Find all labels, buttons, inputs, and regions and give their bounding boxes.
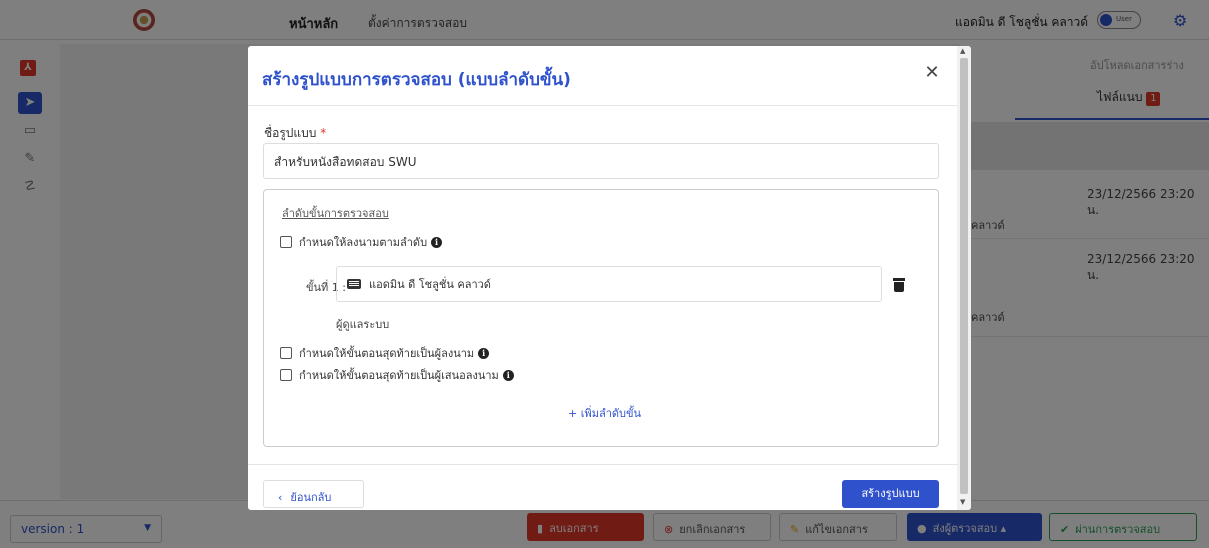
step-1-role: ผู้ดูแลระบบ <box>336 318 390 331</box>
steps-title: ลำดับขั้นการตรวจสอบ <box>282 207 389 220</box>
trash-lid <box>893 278 905 281</box>
last-proposer-checkbox[interactable] <box>280 369 292 381</box>
sign-in-order-option[interactable]: กำหนดให้ลงนามตามลำดับ i <box>280 233 443 251</box>
modal-footer-divider <box>248 464 958 465</box>
add-step-link[interactable]: + เพิ่มลำดับขั้น <box>568 404 641 422</box>
info-icon[interactable]: i <box>478 347 490 359</box>
info-icon[interactable]: i <box>431 236 443 248</box>
step-1-input[interactable]: แอดมิน ดี โชลูชั่น คลาวด์ <box>336 266 882 302</box>
last-signer-option[interactable]: กำหนดให้ขั้นตอนสุดท้ายเป็นผู้ลงนาม i <box>280 344 490 362</box>
create-template-modal: สร้างรูปแบบการตรวจสอบ (แบบลำดับขั้น) ✕ ▲… <box>248 46 971 510</box>
create-template-button[interactable]: สร้างรูปแบบ <box>842 480 939 508</box>
last-signer-checkbox[interactable] <box>280 347 292 359</box>
sign-in-order-label: กำหนดให้ลงนามตามลำดับ <box>299 236 428 249</box>
scroll-down-icon[interactable]: ▼ <box>960 498 965 506</box>
template-name-label: ชื่อรูปแบบ * <box>264 124 326 143</box>
step-1-value: แอดมิน ดี โชลูชั่น คลาวด์ <box>369 278 491 291</box>
last-proposer-label: กำหนดให้ขั้นตอนสุดท้ายเป็นผู้เสนอลงนาม <box>299 369 499 382</box>
template-name-label-text: ชื่อรูปแบบ <box>264 126 317 140</box>
steps-panel: ลำดับขั้นการตรวจสอบ กำหนดให้ลงนามตามลำดั… <box>263 189 939 447</box>
keyboard-icon <box>347 279 361 289</box>
close-icon[interactable]: ✕ <box>923 64 941 82</box>
info-icon[interactable]: i <box>502 369 514 381</box>
trash-can <box>894 282 904 292</box>
back-label: ย้อนกลับ <box>290 491 332 504</box>
required-marker: * <box>320 126 327 140</box>
chevron-left-icon: ‹ <box>278 491 283 504</box>
scroll-up-icon[interactable]: ▲ <box>960 47 965 55</box>
last-proposer-option[interactable]: กำหนดให้ขั้นตอนสุดท้ายเป็นผู้เสนอลงนาม i <box>280 366 514 384</box>
modal-scrollbar[interactable]: ▲ ▼ <box>957 46 971 510</box>
scrollbar-thumb[interactable] <box>960 58 968 494</box>
sign-in-order-checkbox[interactable] <box>280 236 292 248</box>
back-button[interactable]: ‹ ย้อนกลับ <box>263 480 364 508</box>
template-name-input[interactable]: สำหรับหนังสือทดสอบ SWU <box>263 143 939 179</box>
last-signer-label: กำหนดให้ขั้นตอนสุดท้ายเป็นผู้ลงนาม <box>299 347 475 360</box>
modal-header: สร้างรูปแบบการตรวจสอบ (แบบลำดับขั้น) ✕ <box>248 46 958 106</box>
modal-title: สร้างรูปแบบการตรวจสอบ (แบบลำดับขั้น) <box>262 70 571 90</box>
trash-icon[interactable] <box>893 278 905 292</box>
